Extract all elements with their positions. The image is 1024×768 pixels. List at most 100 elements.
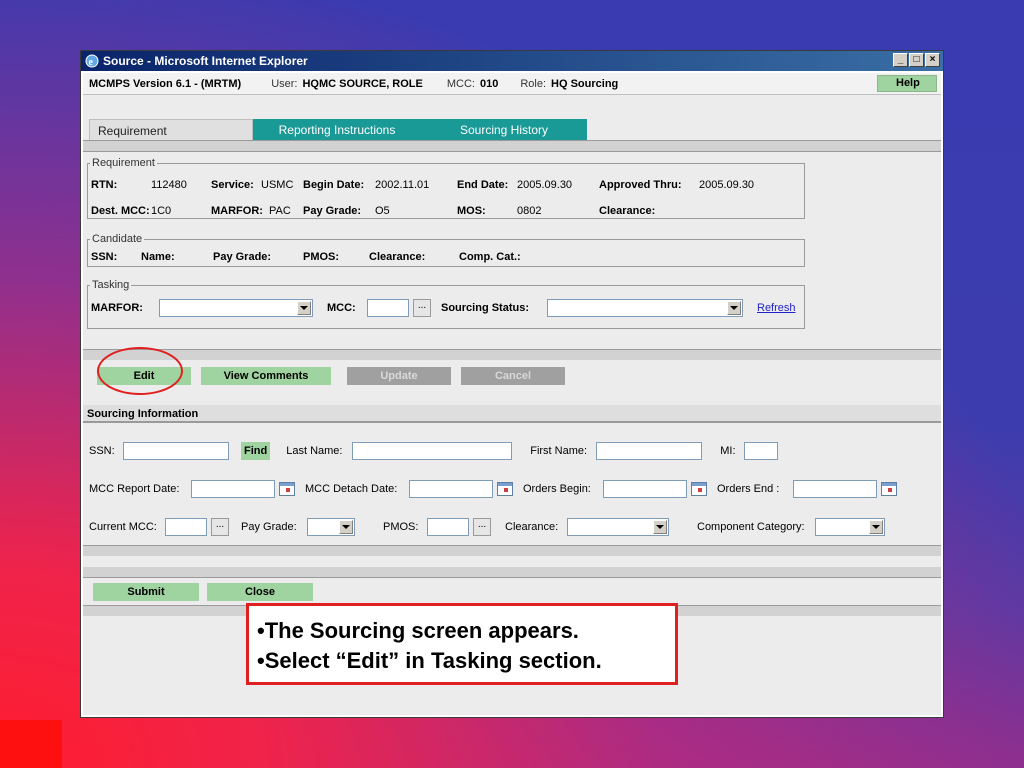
sourcing-status-label: Sourcing Status: (441, 302, 530, 314)
minimize-button[interactable]: _ (893, 53, 908, 67)
current-mcc-input[interactable] (165, 518, 207, 536)
role-label: Role: (520, 77, 547, 90)
last-name-input[interactable] (352, 442, 513, 460)
clearance-select[interactable] (567, 518, 669, 536)
approved-thru-label: Approved Thru: (599, 179, 682, 191)
help-button[interactable]: Help (877, 75, 937, 92)
sourcing-info-header: Sourcing Information (83, 405, 941, 423)
chevron-down-icon[interactable] (869, 520, 883, 534)
chevron-down-icon[interactable] (339, 520, 353, 534)
calendar-icon[interactable] (691, 482, 707, 496)
ssn-input[interactable] (123, 442, 229, 460)
calendar-icon[interactable] (497, 482, 513, 496)
tasking-marfor-label: MARFOR: (91, 302, 143, 314)
sourcing-status-select[interactable] (547, 299, 743, 317)
begin-date-value: 2002.11.01 (375, 179, 430, 191)
mcc-detach-date-label: MCC Detach Date: (305, 483, 398, 495)
candidate-pay-grade-label: Pay Grade: (213, 251, 272, 263)
service-value: USMC (261, 179, 294, 191)
mos-label: MOS: (457, 205, 486, 217)
callout-line-1: •The Sourcing screen appears. (257, 618, 579, 643)
candidate-name-label: Name: (141, 251, 175, 263)
requirement-legend: Requirement (92, 157, 155, 169)
tab-bar: Requirement Reporting Instructions Sourc… (89, 119, 587, 141)
app-version: MCMPS Version 6.1 - (MRTM) (89, 77, 242, 90)
tasking-mcc-lookup-button[interactable]: ... (413, 299, 431, 317)
tab-divider (83, 140, 941, 152)
view-comments-button[interactable]: View Comments (201, 367, 331, 385)
tab-sourcing-history[interactable]: Sourcing History (421, 119, 587, 141)
orders-begin-label: Orders Begin: (523, 483, 591, 495)
component-category-select[interactable] (815, 518, 885, 536)
close-button[interactable]: × (925, 53, 940, 67)
mcc-report-date-label: MCC Report Date: (89, 483, 180, 495)
submit-divider (83, 567, 941, 578)
close-form-button[interactable]: Close (207, 583, 313, 601)
candidate-comp-cat-label: Comp. Cat.: (459, 251, 521, 263)
mi-input[interactable] (744, 442, 779, 460)
update-button[interactable]: Update (347, 367, 451, 385)
refresh-link[interactable]: Refresh (757, 302, 796, 314)
svg-text:e: e (89, 57, 94, 68)
title-bar: e Source - Microsoft Internet Explorer _… (81, 51, 943, 71)
role-value: HQ Sourcing (551, 77, 619, 90)
tasking-legend: Tasking (92, 279, 130, 291)
tab-reporting-instructions[interactable]: Reporting Instructions (253, 119, 421, 141)
sourcing-row-3: Current MCC: ... Pay Grade: PMOS: ... Cl… (89, 517, 885, 537)
chevron-down-icon[interactable] (727, 301, 741, 315)
internet-explorer-icon: e (85, 54, 99, 68)
orders-end-input[interactable] (793, 480, 877, 498)
orders-end-label: Orders End : (717, 483, 780, 495)
marfor-value: PAC (269, 205, 291, 217)
mcc-value: 010 (479, 77, 499, 90)
end-date-value: 2005.09.30 (517, 179, 573, 191)
end-date-label: End Date: (457, 179, 509, 191)
mcc-label: MCC: (446, 77, 475, 90)
candidate-clearance-label: Clearance: (369, 251, 426, 263)
candidate-pmos-label: PMOS: (303, 251, 340, 263)
pay-grade-select[interactable] (307, 518, 355, 536)
calendar-icon[interactable] (279, 482, 295, 496)
user-value: HQMC SOURCE, ROLE (302, 77, 423, 90)
clearance-label: Clearance: (599, 205, 656, 217)
mos-value: 0802 (517, 205, 542, 217)
mcc-report-date-input[interactable] (191, 480, 275, 498)
find-button[interactable]: Find (241, 442, 271, 460)
background-corner-block (0, 720, 62, 768)
orders-begin-input[interactable] (603, 480, 687, 498)
user-label: User: (271, 77, 298, 90)
marfor-label: MARFOR: (211, 205, 263, 217)
ssn-label: SSN: (89, 445, 115, 457)
tasking-mcc-label: MCC: (327, 302, 356, 314)
current-mcc-lookup-button[interactable]: ... (211, 518, 229, 536)
service-label: Service: (211, 179, 254, 191)
pay-grade-label: Pay Grade: (241, 521, 297, 533)
rtn-value: 112480 (151, 179, 187, 191)
window-title: Source - Microsoft Internet Explorer (103, 54, 308, 68)
pay-grade-label: Pay Grade: (303, 205, 362, 217)
mcc-detach-date-input[interactable] (409, 480, 493, 498)
submit-button[interactable]: Submit (93, 583, 199, 601)
maximize-button[interactable]: □ (909, 53, 924, 67)
component-category-label: Component Category: (697, 521, 805, 533)
mi-label: MI: (720, 445, 736, 457)
tab-requirement[interactable]: Requirement (89, 119, 253, 141)
tasking-mcc-input[interactable] (367, 299, 409, 317)
calendar-icon[interactable] (881, 482, 897, 496)
last-name-label: Last Name: (286, 445, 343, 457)
tasking-marfor-select[interactable] (159, 299, 313, 317)
sourcing-row-2: MCC Report Date: MCC Detach Date: Orders… (89, 479, 897, 499)
tasking-row: MARFOR: MCC: ... Sourcing Status: Refres… (91, 297, 796, 319)
begin-date-label: Begin Date: (303, 179, 365, 191)
pmos-input[interactable] (427, 518, 469, 536)
chevron-down-icon[interactable] (297, 301, 311, 315)
pmos-lookup-button[interactable]: ... (473, 518, 491, 536)
cancel-button[interactable]: Cancel (461, 367, 565, 385)
chevron-down-icon[interactable] (653, 520, 667, 534)
first-name-input[interactable] (596, 442, 703, 460)
sourcing-divider (83, 545, 941, 556)
dest-mcc-value: 1C0 (151, 205, 172, 217)
candidate-legend: Candidate (92, 233, 143, 245)
candidate-ssn-label: SSN: (91, 251, 118, 263)
dest-mcc-label: Dest. MCC: (91, 205, 150, 217)
